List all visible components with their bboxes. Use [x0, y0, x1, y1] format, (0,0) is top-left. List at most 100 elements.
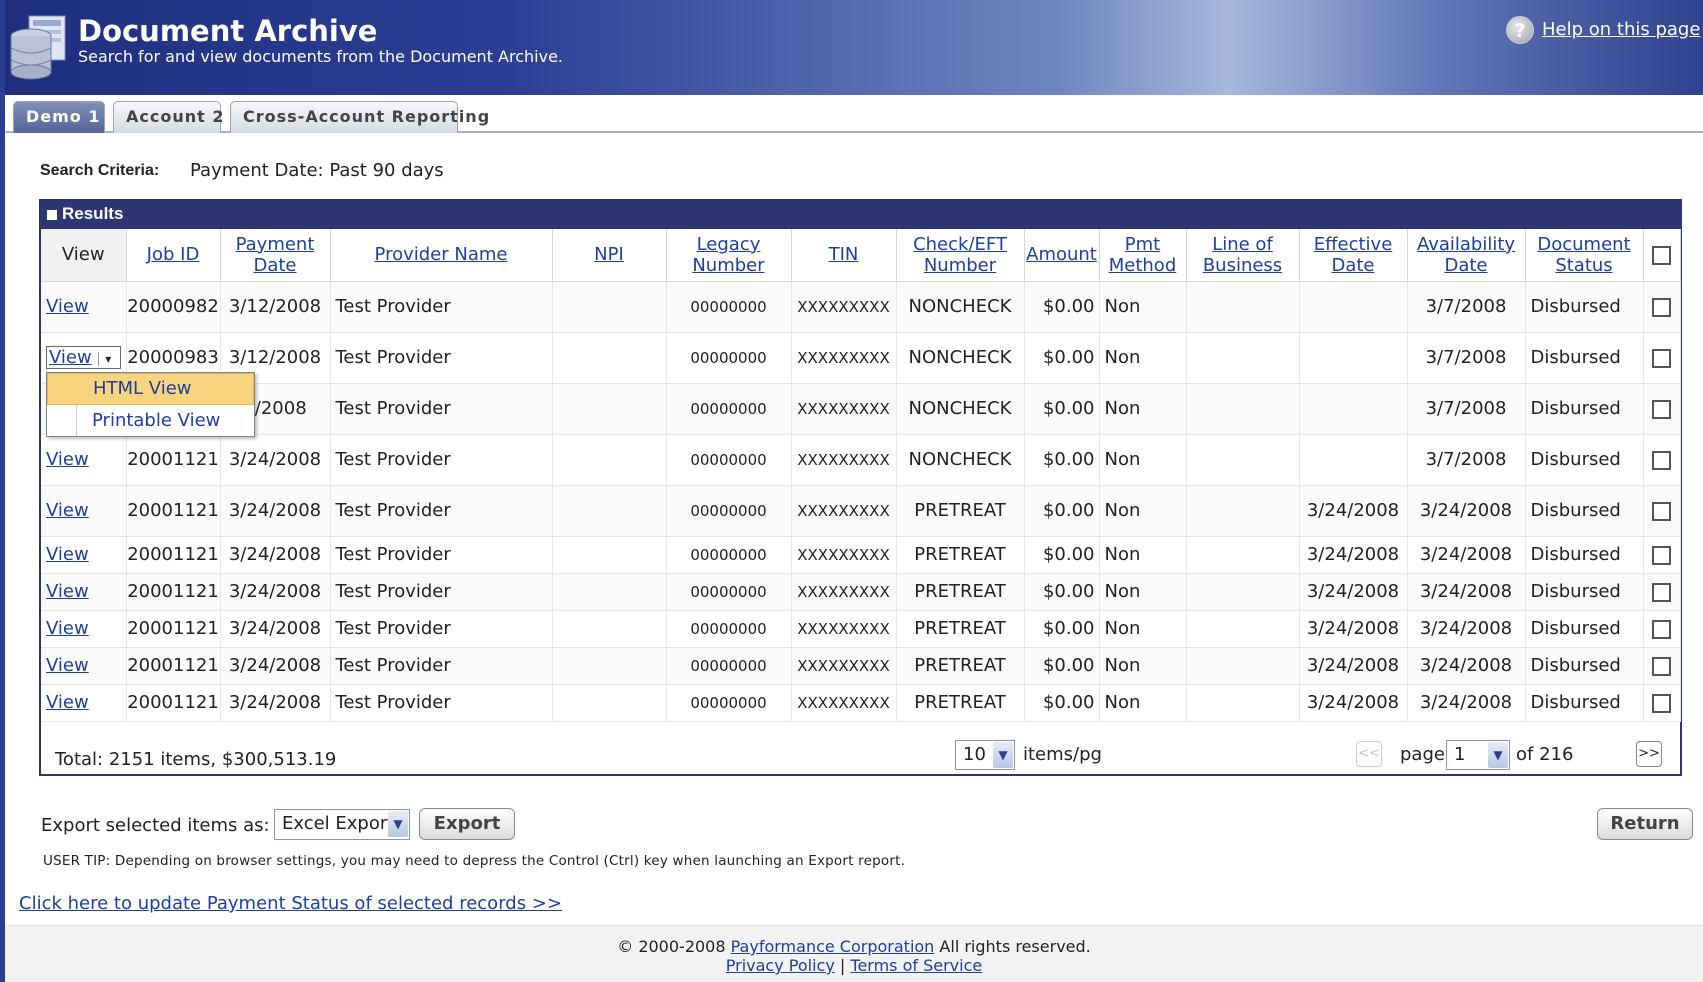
cell-job-id: 20001121 — [126, 647, 221, 685]
export-button[interactable]: Export — [419, 808, 515, 840]
footer-links-line: Privacy Policy | Terms of Service — [5, 956, 1703, 975]
cell-availability-date: 3/24/2008 — [1407, 536, 1526, 574]
database-icon — [10, 15, 66, 80]
table-row: View 20001121 3/24/2008 Test Provider 000000… — [41, 573, 1681, 611]
column-header-npi[interactable]: NPI — [552, 229, 667, 282]
cell-line-of-business — [1186, 383, 1300, 435]
cell-provider-name: Test Provider — [330, 281, 553, 333]
cell-provider-name: Test Provider — [330, 383, 553, 435]
view-link[interactable]: View — [46, 296, 89, 317]
cell-effective-date: 3/24/2008 — [1299, 573, 1408, 611]
column-header-tin[interactable]: TIN — [791, 229, 897, 282]
column-header-check-eft-number[interactable]: Check/EFT Number — [896, 229, 1025, 282]
cell-document-status: Disbursed — [1525, 684, 1644, 722]
cell-check-eft-number: PRETREAT — [896, 647, 1025, 685]
help-icon[interactable]: ? — [1506, 16, 1534, 44]
cell-view: View — [41, 684, 127, 722]
cell-pmt-method: Non — [1099, 332, 1187, 384]
results-title: Results — [62, 204, 124, 223]
column-header-view: View — [41, 229, 127, 282]
privacy-policy-link[interactable]: Privacy Policy — [726, 956, 835, 975]
column-header-legacy-number[interactable]: Legacy Number — [666, 229, 792, 282]
row-checkbox[interactable] — [1652, 501, 1671, 521]
search-criteria-value: Payment Date: Past 90 days — [190, 160, 444, 181]
tab-demo-1[interactable]: Demo 1 — [13, 101, 105, 133]
next-page-button[interactable]: >> — [1636, 741, 1662, 767]
view-link[interactable]: View — [46, 581, 89, 602]
column-header-job-id[interactable]: Job ID — [126, 229, 221, 282]
cell-job-id: 20000982 — [126, 281, 221, 333]
select-all-checkbox-cell[interactable] — [1643, 229, 1681, 282]
view-link[interactable]: View — [46, 692, 89, 713]
previous-page-button[interactable]: << — [1356, 741, 1382, 767]
export-format-value: Excel Export — [282, 813, 395, 834]
row-checkbox[interactable] — [1652, 399, 1671, 419]
export-format-select[interactable]: Excel Export ▼ — [274, 809, 410, 840]
table-row: View 20001121 3/24/2008 Test Provider 000000… — [41, 536, 1681, 574]
tab-cross-account-reporting[interactable]: Cross-Account Reporting — [230, 101, 489, 133]
cell-availability-date: 3/7/2008 — [1407, 281, 1526, 333]
page-size-suffix: items/pg — [1023, 744, 1102, 765]
view-link[interactable]: View — [46, 655, 89, 676]
cell-document-status: Disbursed — [1525, 536, 1644, 574]
column-header-line-of-business[interactable]: Line of Business — [1186, 229, 1300, 282]
column-header-availability-date[interactable]: Availability Date — [1407, 229, 1526, 282]
cell-provider-name: Test Provider — [330, 434, 553, 486]
terms-of-service-link[interactable]: Terms of Service — [850, 956, 982, 975]
cell-availability-date: 3/24/2008 — [1407, 485, 1526, 537]
cell-tin: XXXXXXXXX — [791, 573, 897, 611]
tab-account-2[interactable]: Account 2 — [113, 101, 223, 133]
column-header-payment-date[interactable]: Payment Date — [220, 229, 331, 282]
row-checkbox[interactable] — [1652, 450, 1671, 470]
page-number-select[interactable]: 1 ▼ — [1446, 740, 1510, 770]
company-link[interactable]: Payformance Corporation — [731, 937, 935, 956]
column-header-effective-date[interactable]: Effective Date — [1299, 229, 1408, 282]
page-number-value: 1 — [1454, 744, 1466, 765]
table-row: View 20000982 3/12/2008 Test Provider 000000… — [41, 281, 1681, 333]
cell-effective-date — [1299, 332, 1408, 384]
return-button[interactable]: Return — [1597, 808, 1693, 840]
user-tip: USER TIP: Depending on browser settings,… — [43, 853, 906, 869]
cell-legacy-number: 00000000 — [666, 281, 792, 333]
page-footer: © 2000-2008 Payformance Corporation All … — [5, 925, 1703, 982]
view-link[interactable]: View — [46, 449, 89, 470]
row-checkbox[interactable] — [1652, 297, 1671, 317]
footer-separator: | — [839, 956, 846, 975]
view-link[interactable]: View — [46, 500, 89, 521]
cell-provider-name: Test Provider — [330, 610, 553, 648]
column-header-pmt-method[interactable]: Pmt Method — [1099, 229, 1187, 282]
cell-view: View — [41, 610, 127, 648]
column-header-provider-name[interactable]: Provider Name — [330, 229, 553, 282]
cell-line-of-business — [1186, 281, 1300, 333]
menu-item-html-view[interactable]: HTML View — [47, 373, 254, 405]
menu-item-printable-view[interactable]: Printable View — [47, 406, 254, 438]
select-all-checkbox[interactable] — [1652, 245, 1671, 265]
column-header-document-status[interactable]: Document Status — [1525, 229, 1644, 282]
row-checkbox[interactable] — [1652, 582, 1671, 602]
table-row: View 20001121 3/24/2008 Test Provider 000000… — [41, 434, 1681, 486]
cell-legacy-number: 00000000 — [666, 434, 792, 486]
row-checkbox[interactable] — [1652, 693, 1671, 713]
cell-effective-date — [1299, 434, 1408, 486]
row-checkbox[interactable] — [1652, 348, 1671, 368]
view-link[interactable]: View — [46, 618, 89, 639]
row-checkbox[interactable] — [1652, 656, 1671, 676]
cell-amount: $0.00 — [1024, 434, 1100, 486]
page-size-select[interactable]: 10 ▼ — [955, 740, 1015, 770]
help-link[interactable]: Help on this page — [1542, 19, 1700, 40]
cell-npi — [552, 485, 667, 537]
cell-npi — [552, 610, 667, 648]
cell-amount: $0.00 — [1024, 610, 1100, 648]
cell-view: View — [41, 434, 127, 486]
cell-effective-date — [1299, 281, 1408, 333]
page-header: Document Archive Search for and view doc… — [5, 0, 1703, 95]
cell-npi — [552, 684, 667, 722]
row-checkbox[interactable] — [1652, 545, 1671, 565]
cell-payment-date: 3/24/2008 — [220, 647, 331, 685]
view-link[interactable]: View — [46, 544, 89, 565]
update-payment-status-link[interactable]: Click here to update Payment Status of s… — [19, 893, 562, 914]
collapse-icon[interactable] — [47, 210, 57, 220]
view-dropdown-button[interactable]: View ▾ — [46, 346, 121, 369]
row-checkbox[interactable] — [1652, 619, 1671, 639]
column-header-amount[interactable]: Amount — [1024, 229, 1100, 282]
